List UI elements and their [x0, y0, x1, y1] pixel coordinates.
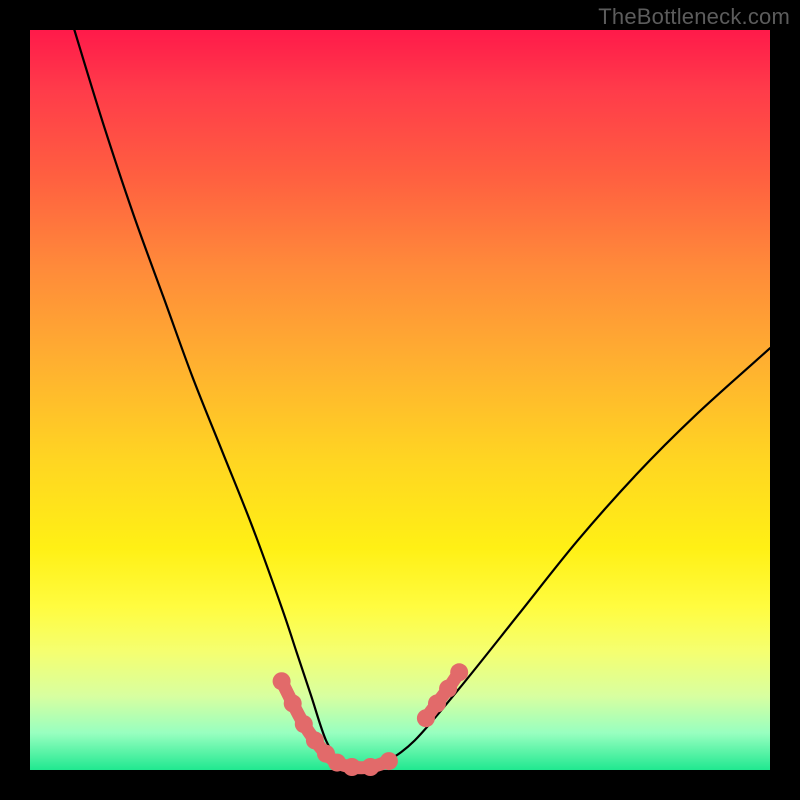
bead-dot [361, 758, 379, 776]
bead-dot [380, 752, 398, 770]
bead-dot [273, 672, 291, 690]
curve-layer [30, 30, 770, 770]
bead-dot [295, 715, 313, 733]
beads-left [273, 672, 398, 776]
chart-frame: TheBottleneck.com [0, 0, 800, 800]
bead-dot [439, 680, 457, 698]
bead-dot [343, 758, 361, 776]
bead-dot [428, 694, 446, 712]
bead-dot [417, 709, 435, 727]
beads-right [417, 663, 468, 727]
bead-dot [284, 694, 302, 712]
watermark-text: TheBottleneck.com [598, 4, 790, 30]
plot-area [30, 30, 770, 770]
bottleneck-curve [74, 30, 770, 771]
bead-dot [450, 663, 468, 681]
